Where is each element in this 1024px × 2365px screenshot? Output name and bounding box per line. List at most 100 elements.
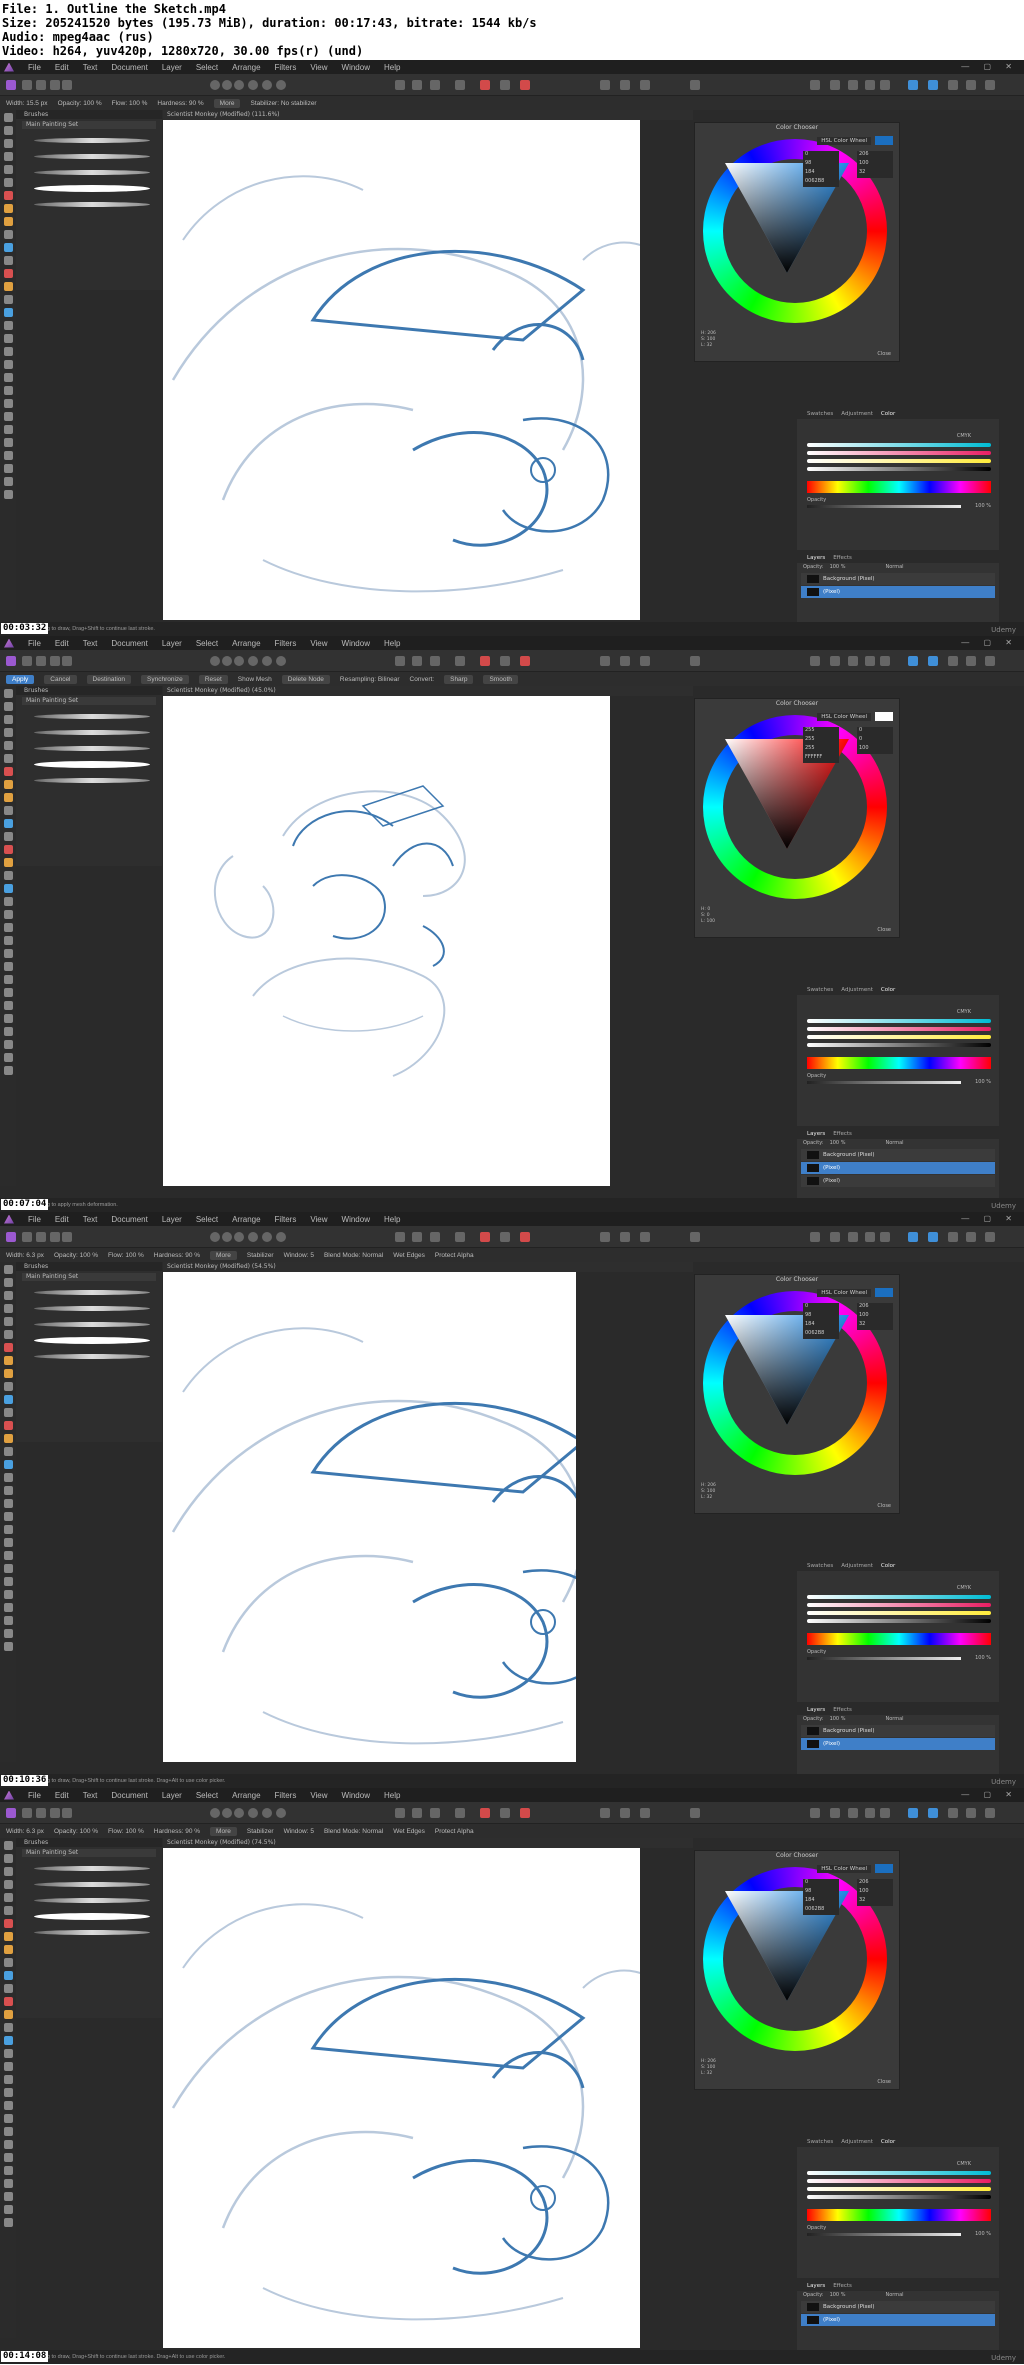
tool-icon[interactable] — [3, 728, 13, 737]
toolbar-icon[interactable] — [985, 1232, 995, 1242]
context-control[interactable]: Blend Mode: Normal — [324, 1828, 383, 1835]
toolbar-icon[interactable] — [690, 656, 700, 666]
tool-icon[interactable] — [3, 1014, 13, 1023]
menu-item[interactable]: Document — [111, 63, 147, 72]
tool-icon[interactable] — [3, 178, 13, 187]
color-spectrum[interactable] — [807, 2209, 991, 2221]
menu-item[interactable]: Filters — [275, 1215, 297, 1224]
menu-item[interactable]: View — [310, 1215, 327, 1224]
drawing-canvas[interactable] — [163, 1272, 576, 1762]
menu-item[interactable]: Filters — [275, 63, 297, 72]
tool-icon[interactable] — [3, 1867, 13, 1876]
brush-set-select[interactable]: Main Painting Set — [22, 697, 156, 705]
menu-item[interactable]: Edit — [55, 63, 69, 72]
layer-blend-mode[interactable]: Normal — [885, 1140, 903, 1146]
tool-icon[interactable] — [3, 373, 13, 382]
tool-icon[interactable] — [3, 1616, 13, 1625]
brush-preset[interactable] — [34, 1303, 150, 1313]
menu-item[interactable]: Layer — [162, 63, 182, 72]
color-value-s[interactable]: 100 — [857, 1888, 893, 1897]
toolbar-icon[interactable] — [430, 80, 440, 90]
toolbar-icon[interactable] — [276, 656, 286, 666]
context-control[interactable]: Delete Node — [281, 674, 330, 684]
color-slider[interactable] — [807, 1619, 991, 1623]
toolbar-icon[interactable] — [520, 1232, 530, 1242]
color-value-b[interactable]: 184 — [803, 169, 839, 178]
tool-icon[interactable] — [3, 2127, 13, 2136]
toolbar-icon[interactable] — [848, 1808, 858, 1818]
toolbar-icon[interactable] — [248, 1808, 258, 1818]
context-control[interactable]: Apply — [6, 674, 35, 684]
toolbar-icon[interactable] — [22, 656, 32, 666]
menu-item[interactable]: Edit — [55, 639, 69, 648]
layer-blend-mode[interactable]: Normal — [885, 1716, 903, 1722]
tool-icon[interactable] — [3, 1343, 13, 1352]
tool-icon[interactable] — [3, 425, 13, 434]
context-control[interactable]: Stabilizer — [247, 1828, 274, 1835]
color-value-b[interactable]: 184 — [803, 1321, 839, 1330]
color-slider[interactable] — [807, 451, 991, 455]
toolbar-icon[interactable] — [262, 1808, 272, 1818]
tool-icon[interactable] — [3, 321, 13, 330]
tool-icon[interactable] — [3, 1460, 13, 1469]
toolbar-icon[interactable] — [36, 1232, 46, 1242]
tool-icon[interactable] — [3, 1945, 13, 1954]
tool-icon[interactable] — [3, 1317, 13, 1326]
tool-icon[interactable] — [3, 165, 13, 174]
context-control[interactable]: Resampling: Bilinear — [340, 676, 400, 683]
color-value-r[interactable]: 255 — [803, 727, 839, 736]
layer-item[interactable]: Background (Pixel) — [801, 2301, 995, 2313]
tab-swatches[interactable]: Swatches — [807, 411, 833, 417]
color-value-s[interactable]: 100 — [857, 1312, 893, 1321]
toolbar-icon[interactable] — [500, 80, 510, 90]
color-value-r[interactable]: 0 — [803, 151, 839, 160]
tab-color[interactable]: Color — [881, 1563, 895, 1569]
color-value-b[interactable]: 184 — [803, 1897, 839, 1906]
color-value-g[interactable]: 98 — [803, 1888, 839, 1897]
context-control[interactable]: Width: 6.3 px — [6, 1828, 44, 1835]
tab-swatches[interactable]: Swatches — [807, 1563, 833, 1569]
right-scrollbar[interactable] — [1018, 1272, 1024, 1772]
color-slider[interactable] — [807, 2171, 991, 2175]
brush-preset[interactable] — [34, 1351, 150, 1361]
right-scrollbar[interactable] — [1018, 696, 1024, 1196]
toolbar-icon[interactable] — [640, 80, 650, 90]
tab-color[interactable]: Color — [881, 987, 895, 993]
color-slider[interactable] — [807, 443, 991, 447]
tool-icon[interactable] — [3, 1932, 13, 1941]
toolbar-icon[interactable] — [830, 80, 840, 90]
toolbar-icon[interactable] — [865, 1232, 875, 1242]
toolbar-icon[interactable] — [248, 80, 258, 90]
brush-preset[interactable] — [34, 1287, 150, 1297]
toolbar-icon[interactable] — [830, 1808, 840, 1818]
toolbar-icon[interactable] — [600, 80, 610, 90]
tool-icon[interactable] — [3, 702, 13, 711]
toolbar-icon[interactable] — [262, 1232, 272, 1242]
document-tab[interactable]: Scientist Monkey (Modified) (111.6%) — [163, 110, 693, 120]
toolbar-icon[interactable] — [412, 1232, 422, 1242]
layer-opacity-value[interactable]: 100 % — [830, 2292, 846, 2298]
layer-item[interactable]: Background (Pixel) — [801, 1149, 995, 1161]
toolbar-icon[interactable] — [880, 80, 890, 90]
toolbar-icon[interactable] — [948, 80, 958, 90]
toolbar-icon[interactable] — [22, 80, 32, 90]
color-value-s[interactable]: 100 — [857, 160, 893, 169]
color-value-h[interactable]: 206 — [857, 1879, 893, 1888]
tab-swatches[interactable]: Swatches — [807, 2139, 833, 2145]
context-control[interactable]: Window: 5 — [284, 1252, 314, 1259]
tool-icon[interactable] — [3, 139, 13, 148]
tool-icon[interactable] — [3, 1629, 13, 1638]
tool-icon[interactable] — [3, 897, 13, 906]
tool-icon[interactable] — [3, 2023, 13, 2032]
tool-icon[interactable] — [3, 282, 13, 291]
context-control[interactable]: Flow: 100 % — [108, 1828, 144, 1835]
toolbar-icon[interactable] — [50, 80, 60, 90]
toolbar-icon[interactable] — [640, 1232, 650, 1242]
menu-item[interactable]: Document — [111, 1215, 147, 1224]
context-control[interactable]: Destination — [86, 674, 132, 684]
window-controls[interactable]: — ▢ ✕ — [961, 1790, 1018, 1799]
toolbar-icon[interactable] — [50, 1232, 60, 1242]
toolbar-icon[interactable] — [412, 1808, 422, 1818]
tool-icon[interactable] — [3, 975, 13, 984]
menu-item[interactable]: Text — [83, 63, 98, 72]
